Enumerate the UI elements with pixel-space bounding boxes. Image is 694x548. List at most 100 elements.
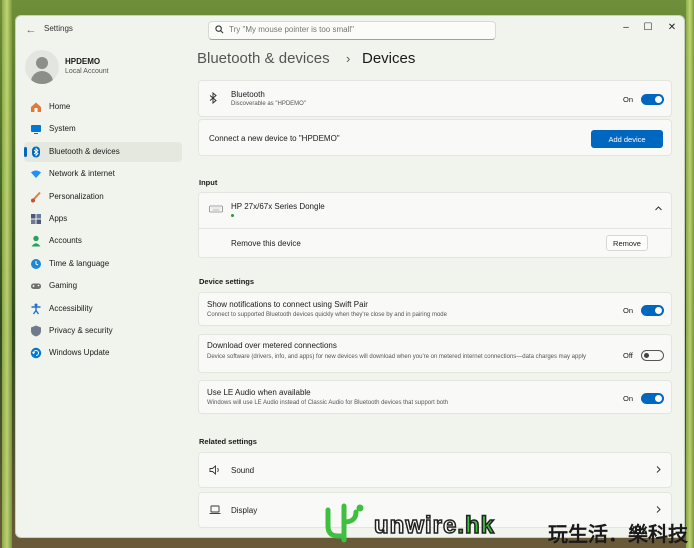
sidebar-item-label: Gaming bbox=[49, 281, 78, 291]
avatar-body-icon bbox=[31, 71, 53, 84]
le-audio-setting: Use LE Audio when available Windows will… bbox=[198, 380, 672, 414]
sidebar-item-home[interactable]: Home bbox=[24, 97, 182, 117]
add-device-button[interactable]: Add device bbox=[591, 130, 663, 148]
input-device-name: HP 27x/67x Series Dongle bbox=[231, 202, 325, 211]
related-settings-heading: Related settings bbox=[199, 437, 257, 446]
setting-state: Off bbox=[623, 351, 633, 360]
sidebar-item-label: Bluetooth & devices bbox=[49, 146, 120, 156]
gamepad-icon bbox=[30, 280, 42, 292]
metered-download-toggle[interactable] bbox=[641, 350, 664, 361]
search-box[interactable] bbox=[208, 21, 496, 40]
sidebar-item-network[interactable]: Network & internet bbox=[24, 164, 182, 184]
shield-icon bbox=[30, 325, 42, 337]
back-button[interactable]: ← bbox=[24, 23, 38, 37]
swift-pair-setting: Show notifications to connect using Swif… bbox=[198, 292, 672, 326]
sidebar-item-gaming[interactable]: Gaming bbox=[24, 276, 182, 296]
bluetooth-title: Bluetooth bbox=[231, 90, 265, 99]
sidebar-item-label: Accessibility bbox=[49, 303, 93, 313]
device-settings-heading: Device settings bbox=[199, 277, 255, 286]
unwire-logo-icon bbox=[320, 500, 370, 548]
sidebar-item-label: Windows Update bbox=[49, 348, 110, 358]
sidebar-item-windows-update[interactable]: Windows Update bbox=[24, 343, 182, 363]
wifi-icon bbox=[30, 168, 42, 180]
sidebar-item-label: Time & language bbox=[49, 258, 110, 268]
setting-subtitle: Connect to supported Bluetooth devices q… bbox=[207, 312, 447, 318]
bluetooth-subtitle: Discoverable as "HPDEMO" bbox=[231, 101, 306, 107]
setting-subtitle: Device software (drivers, info, and apps… bbox=[207, 354, 587, 360]
title-bar: ← Settings – ☐ ✕ bbox=[16, 16, 684, 44]
avatar-head-icon bbox=[36, 57, 48, 69]
related-sound-link[interactable]: Sound bbox=[198, 452, 672, 488]
search-icon bbox=[215, 25, 224, 36]
avatar[interactable] bbox=[25, 50, 59, 84]
speaker-icon bbox=[209, 464, 221, 479]
breadcrumb-separator-icon: › bbox=[346, 51, 351, 66]
setting-title: Use LE Audio when available bbox=[207, 388, 311, 397]
close-button[interactable]: ✕ bbox=[658, 18, 684, 38]
search-input[interactable] bbox=[229, 25, 491, 34]
sidebar-item-bluetooth-devices[interactable]: Bluetooth & devices bbox=[24, 141, 182, 162]
keyboard-icon bbox=[209, 204, 223, 217]
bluetooth-toggle[interactable] bbox=[641, 94, 664, 105]
accessibility-icon bbox=[30, 303, 42, 315]
bluetooth-symbol-icon bbox=[209, 91, 218, 107]
home-icon bbox=[30, 101, 42, 113]
sidebar-item-label: Network & internet bbox=[49, 169, 115, 179]
update-icon bbox=[30, 347, 42, 359]
sidebar-item-label: Personalization bbox=[49, 191, 104, 201]
connect-device-label: Connect a new device to "HPDEMO" bbox=[209, 134, 340, 143]
account-type: Local Account bbox=[65, 68, 109, 75]
sidebar-item-label: Apps bbox=[49, 213, 68, 223]
setting-state: On bbox=[623, 394, 634, 403]
le-audio-toggle[interactable] bbox=[641, 393, 664, 404]
setting-state: On bbox=[623, 306, 634, 315]
unwire-watermark: unwire.hk 玩生活．樂科技 bbox=[320, 500, 694, 548]
input-device-header[interactable]: HP 27x/67x Series Dongle bbox=[198, 192, 672, 229]
setting-subtitle: Windows will use LE Audio instead of Cla… bbox=[207, 400, 449, 406]
laptop-icon bbox=[209, 505, 221, 518]
bluetooth-card: Bluetooth Discoverable as "HPDEMO" On bbox=[198, 80, 672, 117]
sidebar-item-label: Home bbox=[49, 102, 71, 111]
remove-device-label: Remove this device bbox=[231, 239, 301, 248]
watermark-brand-name: unwire bbox=[373, 511, 458, 540]
sidebar-nav: Home System Bluetooth & devices Network … bbox=[24, 97, 182, 366]
watermark-brand-suffix: .hk bbox=[457, 511, 496, 540]
metered-download-setting: Download over metered connections Device… bbox=[198, 334, 672, 373]
app-title: Settings bbox=[44, 24, 73, 33]
sidebar-item-label: System bbox=[49, 124, 76, 134]
chevron-up-icon[interactable] bbox=[654, 204, 663, 215]
sidebar-item-accessibility[interactable]: Accessibility bbox=[24, 299, 182, 319]
sidebar-item-label: Accounts bbox=[49, 236, 82, 246]
sidebar-item-personalization[interactable]: Personalization bbox=[24, 187, 182, 207]
breadcrumb-parent[interactable]: Bluetooth & devices bbox=[197, 50, 330, 67]
setting-title: Show notifications to connect using Swif… bbox=[207, 300, 368, 309]
input-section-heading: Input bbox=[199, 178, 218, 187]
page-title: Devices bbox=[362, 50, 416, 67]
sidebar-item-accounts[interactable]: Accounts bbox=[24, 231, 182, 251]
watermark-slogan: 玩生活．樂科技 bbox=[548, 524, 688, 546]
sidebar-item-system[interactable]: System bbox=[24, 119, 182, 139]
connected-status-dot bbox=[231, 214, 234, 217]
related-item-label: Sound bbox=[231, 466, 255, 475]
sidebar-item-privacy-security[interactable]: Privacy & security bbox=[24, 321, 182, 341]
remove-device-row: Remove this device Remove bbox=[198, 229, 672, 258]
setting-title: Download over metered connections bbox=[207, 341, 337, 350]
swift-pair-toggle[interactable] bbox=[641, 305, 664, 316]
globe-clock-icon bbox=[30, 258, 42, 270]
apps-icon bbox=[30, 213, 42, 225]
connect-device-card: Connect a new device to "HPDEMO" Add dev… bbox=[198, 119, 672, 156]
sidebar-item-time-language[interactable]: Time & language bbox=[24, 254, 182, 274]
brush-icon bbox=[30, 191, 42, 203]
bluetooth-icon bbox=[30, 146, 42, 158]
remove-button[interactable]: Remove bbox=[606, 235, 648, 251]
sidebar-item-label: Privacy & security bbox=[49, 325, 113, 335]
chevron-right-icon bbox=[654, 465, 663, 476]
person-icon bbox=[30, 235, 42, 247]
watermark-brand: unwire.hk bbox=[373, 511, 496, 540]
related-item-label: Display bbox=[231, 506, 258, 515]
user-name: HPDEMO bbox=[65, 57, 101, 66]
sidebar-item-apps[interactable]: Apps bbox=[24, 209, 182, 229]
monitor-icon bbox=[30, 123, 42, 135]
bluetooth-state: On bbox=[623, 95, 634, 104]
settings-window: ← Settings – ☐ ✕ HPDEMO Local Account Ho… bbox=[15, 15, 685, 538]
